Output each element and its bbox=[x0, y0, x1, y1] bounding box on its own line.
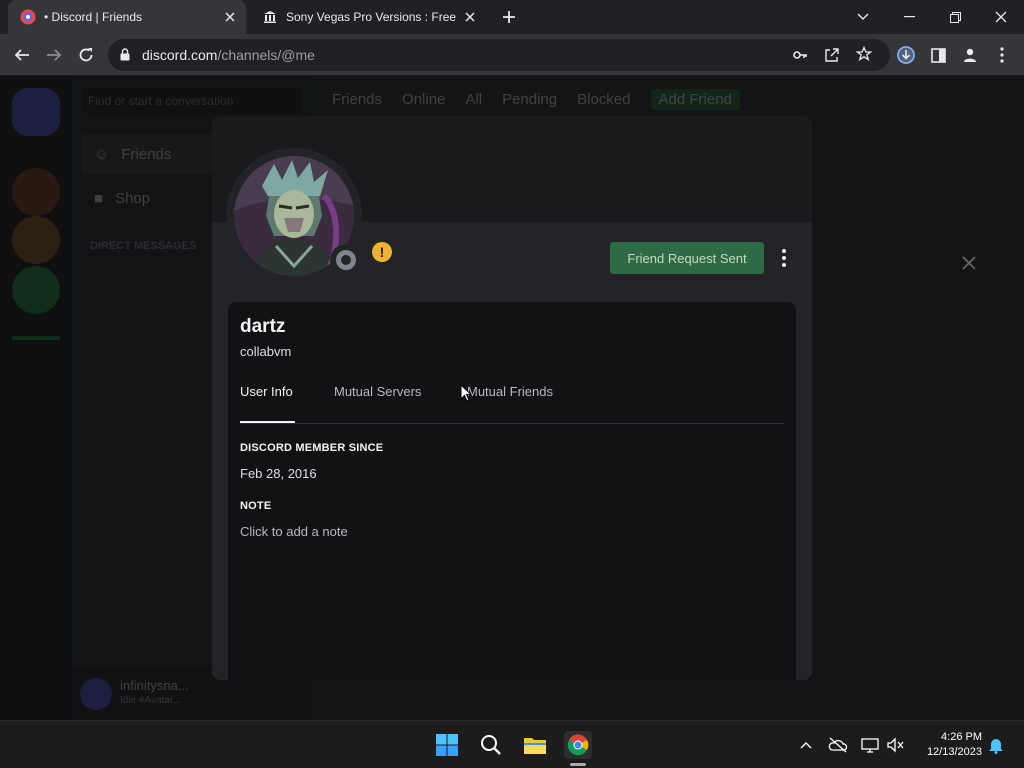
offline-status-icon bbox=[330, 244, 362, 276]
side-panel-icon[interactable] bbox=[928, 45, 948, 65]
tab-blocked[interactable]: Blocked bbox=[577, 91, 630, 108]
key-icon[interactable] bbox=[792, 47, 808, 68]
address-bar[interactable]: discord.com/channels/@me bbox=[108, 39, 890, 71]
url-path: /channels/@me bbox=[217, 47, 315, 63]
tab-search-chevron-icon[interactable] bbox=[851, 6, 875, 28]
tab-mutual-servers[interactable]: Mutual Servers bbox=[334, 384, 421, 399]
windows-start-icon[interactable] bbox=[433, 731, 461, 759]
share-icon[interactable] bbox=[824, 47, 840, 68]
sidebar-item-label: Friends bbox=[121, 145, 172, 163]
tab-close-icon[interactable] bbox=[222, 9, 238, 25]
tab-user-info[interactable]: User Info bbox=[240, 384, 293, 399]
forward-arrow-icon[interactable] bbox=[44, 45, 64, 65]
tab-discord[interactable]: • Discord | Friends bbox=[8, 0, 246, 34]
minimize-icon[interactable] bbox=[897, 6, 921, 28]
sidebar-item-label: Shop bbox=[115, 189, 151, 207]
download-icon[interactable] bbox=[896, 45, 916, 65]
friends-icon: ☺ bbox=[94, 145, 110, 163]
new-tab-plus-icon[interactable] bbox=[500, 8, 518, 26]
note-label: NOTE bbox=[240, 500, 272, 512]
reload-icon[interactable] bbox=[76, 45, 96, 65]
note-input[interactable]: Click to add a note bbox=[240, 524, 348, 539]
username: collabvm bbox=[240, 344, 292, 359]
network-icon[interactable] bbox=[860, 735, 880, 755]
search-icon[interactable] bbox=[477, 731, 505, 759]
conversation-search[interactable]: Find or start a conversation bbox=[82, 88, 302, 114]
tab-sony-vegas[interactable]: Sony Vegas Pro Versions : Free Do bbox=[250, 0, 486, 34]
friend-request-sent-button[interactable]: Friend Request Sent bbox=[610, 242, 764, 274]
onedrive-icon[interactable] bbox=[828, 735, 848, 755]
explore-icon[interactable] bbox=[12, 266, 60, 314]
tab-title: Sony Vegas Pro Versions : Free Do bbox=[286, 10, 456, 24]
shop-icon: ■ bbox=[94, 189, 104, 207]
tab-all[interactable]: All bbox=[465, 91, 482, 108]
kebab-menu-icon[interactable] bbox=[992, 45, 1012, 65]
browser-toolbar: discord.com/channels/@me bbox=[0, 34, 1024, 76]
discord-favicon-icon bbox=[20, 9, 36, 25]
warning-badge-icon[interactable]: ! bbox=[372, 242, 392, 262]
user-name: infinitysna... bbox=[120, 678, 189, 693]
tab-title: • Discord | Friends bbox=[44, 10, 143, 24]
back-arrow-icon[interactable] bbox=[12, 45, 32, 65]
avatar-frame bbox=[226, 148, 362, 284]
close-icon[interactable] bbox=[960, 254, 978, 272]
notification-bell-icon[interactable] bbox=[986, 735, 1006, 755]
server-icon[interactable] bbox=[12, 216, 60, 264]
bookmark-star-icon[interactable] bbox=[855, 45, 873, 67]
taskbar: 4:26 PM 12/13/2023 bbox=[0, 720, 1024, 768]
system-clock[interactable]: 4:26 PM 12/13/2023 bbox=[916, 730, 982, 760]
museum-favicon-icon bbox=[262, 9, 278, 25]
profile-avatar-icon[interactable] bbox=[960, 45, 980, 65]
show-hidden-icons-chevron-icon[interactable] bbox=[796, 735, 816, 755]
url-text: discord.com/channels/@me bbox=[142, 47, 315, 63]
profile-tabs: User Info Mutual Servers Mutual Friends bbox=[240, 382, 784, 424]
url-host: discord.com bbox=[142, 47, 218, 63]
member-since-value: Feb 28, 2016 bbox=[240, 466, 317, 481]
active-app-indicator bbox=[570, 763, 586, 766]
server-rail bbox=[0, 76, 72, 720]
friends-title: Friends bbox=[332, 91, 383, 108]
add-friend-button[interactable]: Add Friend bbox=[650, 89, 740, 110]
clock-time: 4:26 PM bbox=[941, 731, 982, 743]
lock-icon[interactable] bbox=[120, 48, 130, 66]
window-close-icon[interactable] bbox=[989, 6, 1013, 28]
display-name: dartz bbox=[240, 316, 286, 337]
tab-close-icon[interactable] bbox=[462, 9, 478, 25]
tab-pending[interactable]: Pending bbox=[502, 91, 557, 108]
user-profile-modal: ! Friend Request Sent dartz collabvm Use… bbox=[212, 116, 812, 680]
home-button[interactable] bbox=[12, 88, 60, 136]
tab-mutual-friends[interactable]: Mutual Friends bbox=[467, 384, 553, 399]
tab-online[interactable]: Online bbox=[402, 91, 445, 108]
server-icon[interactable] bbox=[12, 168, 60, 216]
user-status: Idle #Avatar... bbox=[120, 695, 181, 706]
member-since-label: DISCORD MEMBER SINCE bbox=[240, 442, 384, 454]
more-options-icon[interactable] bbox=[774, 246, 794, 270]
avatar[interactable] bbox=[80, 678, 112, 710]
divider bbox=[12, 336, 60, 340]
file-explorer-icon[interactable] bbox=[521, 731, 549, 759]
profile-body: dartz collabvm User Info Mutual Servers … bbox=[228, 302, 796, 680]
dm-header: DIRECT MESSAGES bbox=[90, 240, 197, 252]
chrome-icon[interactable] bbox=[564, 731, 592, 759]
restore-icon[interactable] bbox=[943, 6, 967, 28]
browser-tab-strip: • Discord | Friends Sony Vegas Pro Versi… bbox=[0, 0, 1024, 34]
mouse-cursor-icon bbox=[460, 383, 473, 407]
clock-date: 12/13/2023 bbox=[926, 746, 982, 758]
volume-muted-icon[interactable] bbox=[886, 735, 906, 755]
active-tab-indicator bbox=[240, 421, 295, 423]
